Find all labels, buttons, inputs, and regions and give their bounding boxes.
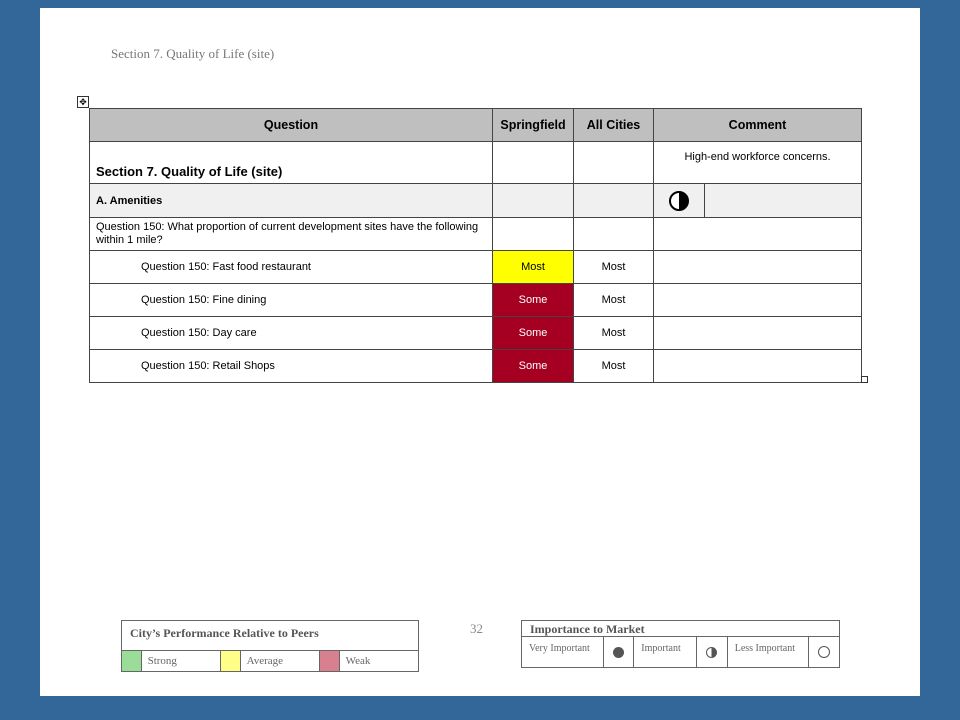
- row-all-value[interactable]: Most: [573, 349, 654, 383]
- table-row: Question 150: Fine dining Some Most: [89, 283, 862, 317]
- header-city: Springfield: [492, 108, 574, 142]
- strong-swatch: [122, 651, 142, 671]
- table-row: Question 150: Day care Some Most: [89, 316, 862, 350]
- row-comment[interactable]: [653, 316, 862, 350]
- table-row: Question 150: Fast food restaurant Most …: [89, 250, 862, 284]
- question-city-cell[interactable]: [492, 217, 574, 251]
- importance-legend-title: Importance to Market: [522, 621, 839, 637]
- very-important-label: Very Important: [522, 637, 604, 667]
- header-all-cities: All Cities: [573, 108, 654, 142]
- less-important-label: Less Important: [728, 637, 810, 667]
- empty-circle-icon: [818, 646, 831, 658]
- subsection-title[interactable]: A. Amenities: [89, 183, 493, 218]
- section-city-cell[interactable]: [492, 141, 574, 184]
- table-resize-handle[interactable]: [861, 376, 868, 383]
- row-question[interactable]: Question 150: Fine dining: [89, 283, 493, 317]
- row-question[interactable]: Question 150: Day care: [89, 316, 493, 350]
- section-all-cell[interactable]: [573, 141, 654, 184]
- important-cell: [697, 637, 728, 667]
- performance-legend: City’s Performance Relative to Peers Str…: [121, 620, 419, 672]
- importance-legend: Importance to Market Very Important Impo…: [521, 620, 840, 668]
- strong-label: Strong: [142, 651, 221, 671]
- subsection-all-cell[interactable]: [573, 183, 654, 218]
- importance-legend-row: Very Important Important Less Important: [522, 637, 839, 667]
- performance-legend-title: City’s Performance Relative to Peers: [122, 621, 418, 651]
- table-move-handle-icon[interactable]: ✥: [77, 96, 89, 108]
- row-comment[interactable]: [653, 283, 862, 317]
- page-number: 32: [470, 621, 483, 636]
- section-title[interactable]: Section 7. Quality of Life (site): [89, 141, 493, 184]
- weak-label: Weak: [345, 655, 371, 667]
- section-comment[interactable]: High-end workforce concerns.: [653, 141, 862, 184]
- row-all-value[interactable]: Most: [573, 250, 654, 284]
- page-header: Section 7. Quality of Life (site): [111, 46, 275, 61]
- row-all-value[interactable]: Most: [573, 283, 654, 317]
- row-comment[interactable]: [653, 250, 862, 284]
- row-city-value[interactable]: Some: [492, 283, 574, 317]
- subsection-row: A. Amenities: [89, 183, 862, 218]
- table-row: Question 150: Retail Shops Some Most: [89, 349, 862, 383]
- half-circle-icon: [669, 190, 689, 211]
- very-important-cell: [604, 637, 635, 667]
- average-swatch: [221, 651, 241, 671]
- subsection-city-cell[interactable]: [492, 183, 574, 218]
- important-label: Important: [634, 637, 697, 667]
- half-circle-icon: [706, 646, 718, 658]
- question-comment-cell[interactable]: [653, 217, 862, 251]
- subsection-comment-cell[interactable]: [653, 183, 862, 218]
- question-all-cell[interactable]: [573, 217, 654, 251]
- importance-cell: [655, 184, 705, 217]
- question-text[interactable]: Question 150: What proportion of current…: [89, 217, 493, 251]
- question-row: Question 150: What proportion of current…: [89, 217, 862, 251]
- row-comment[interactable]: [653, 349, 862, 383]
- full-circle-icon: [612, 646, 624, 658]
- row-city-value[interactable]: Some: [492, 349, 574, 383]
- header-comment: Comment: [653, 108, 862, 142]
- row-question[interactable]: Question 150: Fast food restaurant: [89, 250, 493, 284]
- quality-of-life-table: Question Springfield All Cities Comment …: [89, 108, 862, 383]
- table-header-row: Question Springfield All Cities Comment: [89, 108, 862, 142]
- row-city-value[interactable]: Some: [492, 316, 574, 350]
- row-city-value[interactable]: Most: [492, 250, 574, 284]
- row-all-value[interactable]: Most: [573, 316, 654, 350]
- row-question[interactable]: Question 150: Retail Shops: [89, 349, 493, 383]
- average-label: Average: [241, 651, 320, 671]
- document-page: Section 7. Quality of Life (site) ✥ Ques…: [40, 8, 920, 696]
- weak-swatch: [320, 651, 340, 671]
- header-question: Question: [89, 108, 493, 142]
- section-row: Section 7. Quality of Life (site) High-e…: [89, 141, 862, 184]
- performance-legend-row: Strong Average Weak: [122, 651, 418, 671]
- less-important-cell: [809, 637, 839, 667]
